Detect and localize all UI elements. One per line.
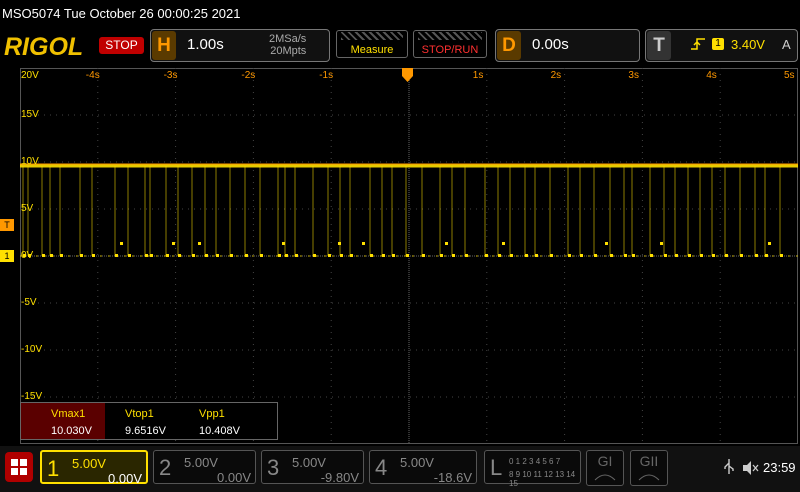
decoder-wave-icon bbox=[594, 474, 616, 481]
grid-menu-icon bbox=[11, 459, 27, 475]
decoder-2-button[interactable]: GII bbox=[630, 450, 668, 486]
measurement-label: Vmax1 bbox=[51, 408, 86, 420]
volt-tick-label: 20V bbox=[21, 70, 39, 81]
channel-3-box[interactable]: 3 5.00V -9.80V bbox=[261, 450, 364, 485]
measurement-value: 9.6516V bbox=[125, 425, 166, 437]
volt-tick-label: -5V bbox=[21, 297, 37, 308]
measure-drawer-handle bbox=[341, 32, 403, 40]
measurement-value: 10.030V bbox=[51, 425, 92, 437]
measurement-panel[interactable]: Vmax1 10.030V Vtop1 9.6516V Vpp1 10.408V bbox=[20, 402, 278, 440]
channel-number: 1 bbox=[47, 456, 60, 481]
channel-scale: 5.00V bbox=[400, 455, 434, 470]
stop-run-label: STOP/RUN bbox=[421, 44, 479, 56]
stop-run-button[interactable]: STOP/RUN bbox=[413, 30, 487, 58]
sample-rate: 2MSa/s bbox=[269, 33, 307, 45]
decoder-wave-icon bbox=[638, 474, 660, 481]
channel-number: 4 bbox=[375, 455, 388, 480]
time-tick-label: -1s bbox=[319, 70, 334, 81]
time-tick-label: 1s bbox=[472, 70, 484, 81]
waveform-grid[interactable] bbox=[20, 68, 798, 444]
usb-icon bbox=[724, 459, 734, 474]
logic-label: L bbox=[490, 455, 503, 480]
channel-offset: -9.80V bbox=[320, 470, 359, 485]
channel-4-box[interactable]: 4 5.00V -18.6V bbox=[369, 450, 477, 485]
trigger-position-marker[interactable] bbox=[402, 68, 413, 82]
horizontal-timebase-box[interactable]: H 1.00s 2MSa/s 20Mpts bbox=[150, 29, 330, 62]
clock: 23:59 bbox=[763, 460, 796, 475]
timebase-value: 1.00s bbox=[187, 36, 224, 53]
trigger-mode: A bbox=[782, 37, 791, 52]
measurement-value: 10.408V bbox=[199, 425, 240, 437]
measure-button[interactable]: Measure bbox=[336, 30, 408, 58]
logic-channels-row1: 0 1 2 3 4 5 6 7 bbox=[509, 457, 561, 466]
trigger-box[interactable]: T 1 3.40V A bbox=[645, 29, 798, 62]
decoder-label: GII bbox=[639, 453, 659, 469]
volt-tick-label: 5V bbox=[21, 203, 34, 214]
ch1-waveform bbox=[20, 164, 798, 257]
stop-run-drawer-handle bbox=[418, 32, 482, 40]
volt-tick-label: -10V bbox=[21, 344, 43, 355]
time-tick-label: 2s bbox=[550, 70, 562, 81]
horizontal-label: H bbox=[152, 31, 176, 60]
volt-tick-label: 0V bbox=[21, 250, 34, 261]
volt-tick-label: 10V bbox=[21, 156, 39, 167]
speaker-icon[interactable] bbox=[742, 460, 760, 476]
channel-number: 3 bbox=[267, 455, 280, 480]
channel-1-box[interactable]: 1 5.00V 0.00V bbox=[40, 450, 148, 486]
run-state-badge[interactable]: STOP bbox=[99, 37, 144, 54]
measurement-label: Vtop1 bbox=[125, 408, 154, 420]
rigol-logo: RIGOL bbox=[4, 33, 84, 61]
trigger-label: T bbox=[647, 31, 671, 60]
decoder-1-button[interactable]: GI bbox=[586, 450, 624, 486]
trigger-level-marker[interactable]: T bbox=[0, 219, 14, 231]
volt-tick-label: 15V bbox=[21, 109, 39, 120]
decoder-label: GI bbox=[597, 453, 613, 469]
delay-label: D bbox=[497, 31, 521, 60]
time-tick-label: 4s bbox=[706, 70, 717, 81]
channel-offset: -18.6V bbox=[433, 470, 472, 485]
logic-channels-row2: 8 9 10 11 12 13 14 15 bbox=[509, 470, 576, 488]
rising-edge-icon bbox=[690, 36, 706, 55]
time-tick-label: 5s bbox=[784, 70, 795, 81]
time-tick-label: -3s bbox=[163, 70, 178, 81]
channel-scale: 5.00V bbox=[184, 455, 218, 470]
time-tick-label: -4s bbox=[85, 70, 100, 81]
trigger-source: 1 bbox=[712, 38, 724, 50]
channel-scale: 5.00V bbox=[72, 456, 106, 471]
channel-number: 2 bbox=[159, 455, 172, 480]
delay-box[interactable]: D 0.00s bbox=[495, 29, 640, 62]
channel-offset: 0.00V bbox=[108, 471, 142, 486]
channel-offset: 0.00V bbox=[217, 470, 251, 485]
trigger-level: 3.40V bbox=[731, 37, 765, 52]
memory-depth: 20Mpts bbox=[270, 45, 307, 57]
logic-analyzer-box[interactable]: L 0 1 2 3 4 5 6 7 8 9 10 11 12 13 14 15 bbox=[484, 450, 581, 488]
time-tick-label: -2s bbox=[241, 70, 256, 81]
ch1-ground-marker[interactable]: 1 bbox=[0, 250, 14, 262]
channel-scale: 5.00V bbox=[292, 455, 326, 470]
volt-tick-label: -15V bbox=[21, 391, 43, 402]
sample-info: 2MSa/s 20Mpts bbox=[269, 33, 306, 57]
window-title: MSO5074 Tue October 26 00:00:25 2021 bbox=[2, 6, 241, 21]
main-menu-button[interactable] bbox=[5, 452, 33, 482]
measure-label: Measure bbox=[350, 44, 394, 56]
channel-2-box[interactable]: 2 5.00V 0.00V bbox=[153, 450, 256, 485]
delay-value: 0.00s bbox=[532, 36, 569, 53]
measurement-label: Vpp1 bbox=[199, 408, 225, 420]
time-tick-label: 3s bbox=[628, 70, 639, 81]
